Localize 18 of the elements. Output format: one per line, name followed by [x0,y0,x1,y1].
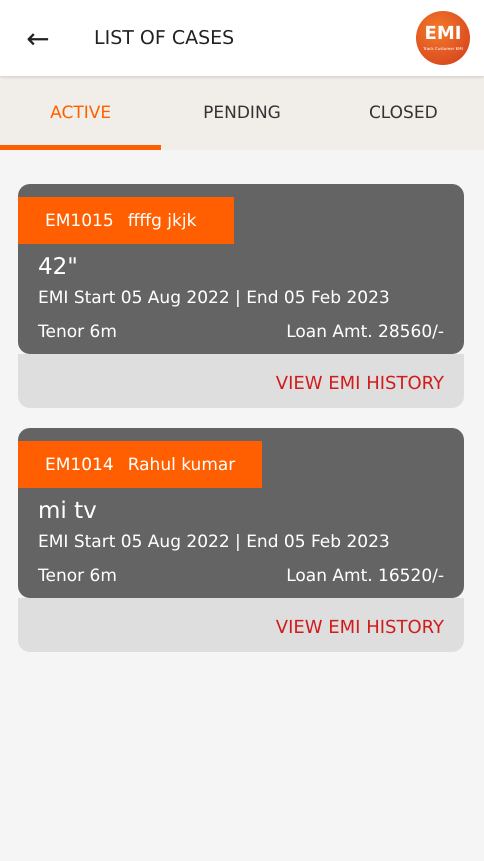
back-button[interactable]: ← [18,22,58,54]
tab[interactable]: CLOSED [322,76,484,150]
loan-amount: Loan Amt. 28560/- [286,322,444,342]
tenor: Tenor 6m [38,566,117,586]
tab[interactable]: PENDING [161,76,323,150]
view-emi-history-button[interactable]: VIEW EMI HISTORY [18,354,464,408]
emi-dates: EMI Start 05 Aug 2022 | End 05 Feb 2023 [38,532,391,552]
screen-title: LIST OF CASES [94,27,236,49]
case-id: EM1014 [45,454,114,474]
case-id: EM1015 [45,210,114,230]
tenor: Tenor 6m [38,322,117,342]
emi-dates: EMI Start 05 Aug 2022 | End 05 Feb 2023 [38,288,391,308]
customer-name: Rahul kumar [128,454,236,474]
product-name: mi tv [38,498,98,524]
loan-amount: Loan Amt. 16520/- [286,566,444,586]
view-emi-history-button[interactable]: VIEW EMI HISTORY [18,598,464,652]
customer-name: ffffg jkjk [128,210,196,230]
product-name: 42" [38,254,79,280]
